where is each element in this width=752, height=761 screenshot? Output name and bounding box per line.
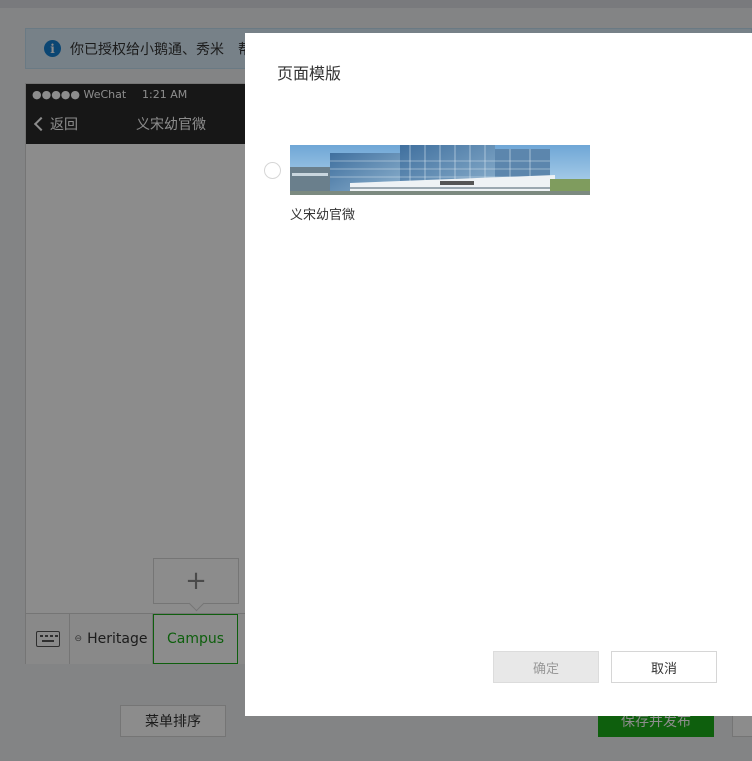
template-radio[interactable]	[264, 162, 281, 179]
building-image	[290, 145, 590, 195]
page-template-dialog: 页面模版 义宋幼官微 确定 取消	[245, 33, 752, 716]
template-thumbnail[interactable]	[290, 145, 590, 195]
dialog-title: 页面模版	[277, 64, 342, 83]
confirm-button[interactable]: 确定	[493, 651, 599, 683]
template-name: 义宋幼官微	[290, 208, 356, 223]
cancel-button[interactable]: 取消	[611, 651, 717, 683]
